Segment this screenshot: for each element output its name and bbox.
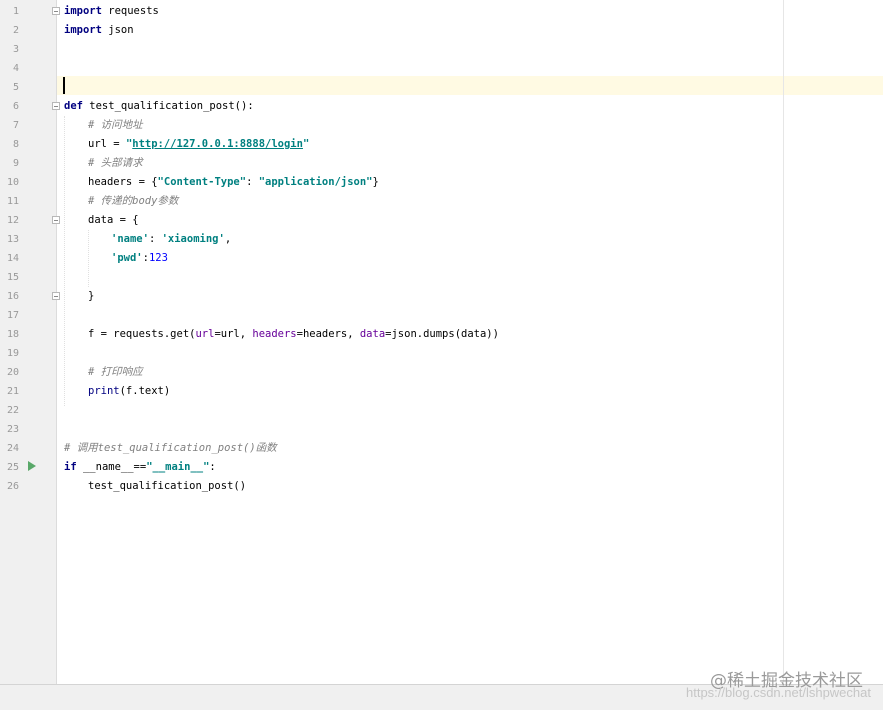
code-line-26[interactable]: test_qualification_post() [88, 477, 246, 496]
string-literal: "__main__" [146, 461, 210, 473]
string-literal: 'xiaoming' [161, 233, 225, 245]
string-literal: "application/json" [258, 176, 373, 188]
line-number: 17 [6, 310, 19, 321]
code-text: (f.text) [119, 385, 171, 397]
code-text: , [224, 233, 232, 245]
code-line-24[interactable]: # 调用test_qualification_post()函数 [64, 439, 277, 458]
line-number: 7 [12, 120, 19, 131]
line-number: 23 [6, 424, 19, 435]
code-text: : [246, 176, 259, 188]
keyword: if [64, 461, 77, 473]
line-number: 5 [12, 82, 19, 93]
code-text: f = requests.get( [88, 328, 196, 340]
code-text: =url, [214, 328, 253, 340]
code-line-6[interactable]: def test_qualification_post(): [64, 97, 254, 116]
code-line-11[interactable]: # 传递的body参数 [88, 192, 178, 211]
keyword-argument: headers [252, 328, 297, 340]
line-number: 14 [6, 253, 19, 264]
code-text: __name__== [76, 461, 147, 473]
line-number-gutter[interactable]: 1 2 3 4 5 6 7 8 9 10 11 12 13 14 15 16 1… [0, 0, 57, 684]
text-caret [63, 77, 65, 94]
current-line-highlight [0, 76, 883, 95]
keyword-argument: data [359, 328, 386, 340]
code-text: data = { [88, 214, 139, 226]
code-text: headers = { [88, 176, 158, 188]
line-number: 12 [6, 215, 19, 226]
line-number: 15 [6, 272, 19, 283]
keyword: import [64, 24, 102, 36]
code-text: requests [101, 5, 159, 17]
line-number: 6 [12, 101, 19, 112]
line-number: 10 [6, 177, 19, 188]
line-number: 3 [12, 44, 19, 55]
line-number: 11 [6, 196, 19, 207]
line-number: 4 [12, 63, 19, 74]
code-text: } [372, 176, 379, 188]
string-quote: " [302, 138, 310, 150]
comment: # 传递的body参数 [88, 195, 179, 207]
indent-guide [64, 116, 65, 406]
line-number: 19 [6, 348, 19, 359]
watermark-url: https://blog.csdn.net/lshpwechat [685, 685, 871, 700]
keyword: def [64, 100, 83, 112]
line-number: 22 [6, 405, 19, 416]
comment: # 访问地址 [88, 119, 143, 131]
string-literal: 'pwd' [111, 252, 143, 264]
line-number: 18 [6, 329, 19, 340]
code-text: } [88, 290, 95, 302]
code-line-13[interactable]: 'name': 'xiaoming', [111, 230, 231, 249]
code-text: json [101, 24, 134, 36]
code-text: test_qualification_post() [88, 480, 247, 492]
comment: # 打印响应 [88, 366, 143, 378]
code-text: test_qualification_post(): [82, 100, 254, 112]
code-line-10[interactable]: headers = {"Content-Type": "application/… [88, 173, 379, 192]
code-line-21[interactable]: print(f.text) [88, 382, 170, 401]
fold-toggle-icon[interactable] [52, 292, 60, 300]
url-link[interactable]: http://127.0.0.1:8888/login [132, 138, 303, 150]
number-literal: 123 [148, 252, 168, 264]
line-number: 1 [12, 6, 19, 17]
line-number: 26 [6, 481, 19, 492]
code-text: : [148, 233, 162, 245]
run-triangle-icon[interactable] [28, 461, 36, 471]
code-line-12[interactable]: data = { [88, 211, 139, 230]
keyword: import [64, 5, 102, 17]
line-number: 16 [6, 291, 19, 302]
line-number: 2 [12, 25, 19, 36]
line-number: 20 [6, 367, 19, 378]
code-line-8[interactable]: url = "http://127.0.0.1:8888/login" [88, 135, 309, 154]
code-line-14[interactable]: 'pwd':123 [111, 249, 168, 268]
code-line-20[interactable]: # 打印响应 [88, 363, 143, 382]
line-number: 8 [12, 139, 19, 150]
indent-guide [88, 230, 89, 287]
string-literal: 'name' [111, 233, 149, 245]
line-number: 13 [6, 234, 19, 245]
code-line-16[interactable]: } [88, 287, 94, 306]
code-text: =headers, [296, 328, 360, 340]
comment: # 调用test_qualification_post()函数 [64, 442, 277, 454]
line-number: 9 [12, 158, 19, 169]
fold-toggle-icon[interactable] [52, 7, 60, 15]
comment: # 头部请求 [88, 157, 143, 169]
fold-toggle-icon[interactable] [52, 216, 60, 224]
line-number: 25 [6, 462, 19, 473]
builtin-function: print [88, 385, 120, 397]
keyword-argument: url [195, 328, 215, 340]
string-literal: "Content-Type" [157, 176, 247, 188]
code-line-2[interactable]: import json [64, 21, 134, 40]
code-text: : [209, 461, 216, 473]
fold-toggle-icon[interactable] [52, 102, 60, 110]
right-margin-guide [783, 0, 784, 684]
code-line-9[interactable]: # 头部请求 [88, 154, 143, 173]
code-text: =json.dumps(data)) [385, 328, 499, 340]
code-line-7[interactable]: # 访问地址 [88, 116, 143, 135]
line-number: 21 [6, 386, 19, 397]
code-line-25[interactable]: if __name__=="__main__": [64, 458, 216, 477]
code-line-1[interactable]: import requests [64, 2, 159, 21]
line-number: 24 [6, 443, 19, 454]
code-line-18[interactable]: f = requests.get(url=url, headers=header… [88, 325, 499, 344]
code-text: url = [88, 138, 126, 150]
